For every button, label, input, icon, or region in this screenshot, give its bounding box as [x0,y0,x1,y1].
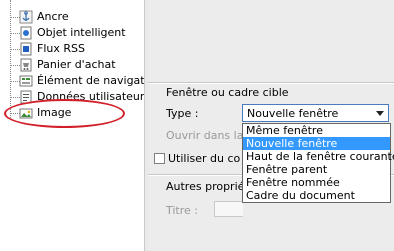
rss-feed-icon [19,42,33,56]
tree-item-label: Ancre [37,10,69,23]
type-label: Type : [166,107,199,120]
type-select-value: Nouvelle fenêtre [247,106,339,120]
tree-item-label: Élément de navigation [37,74,162,87]
title-label: Titre : [166,204,199,217]
use-checkbox[interactable] [154,153,165,164]
dropdown-option[interactable]: Cadre du document [243,189,390,202]
dropdown-option[interactable]: Fenêtre nommée [243,176,390,189]
target-group-title: Fenêtre ou cadre cible [166,86,289,99]
dropdown-option[interactable]: Haut de la fenêtre courante [243,150,394,163]
dropdown-option[interactable]: Même fenêtre [243,124,390,137]
use-checkbox-label: Utiliser du co [168,152,241,165]
anchor-icon [19,10,33,24]
element-tree: Ancre Objet intelligent Flux RSS Panier … [0,0,161,251]
title-field[interactable] [214,201,243,217]
type-dropdown-list: Même fenêtre Nouvelle fenêtre Haut de la… [242,123,394,203]
tree-item-label: Objet intelligent [37,26,126,39]
navigation-element-icon [19,74,33,88]
shopping-cart-icon [19,58,33,72]
type-select[interactable]: Nouvelle fenêtre [242,104,389,122]
tree-item-label: Panier d'achat [37,58,116,71]
smart-object-icon [19,26,33,40]
dropdown-option[interactable]: Nouvelle fenêtre [243,137,390,150]
dropdown-option[interactable]: Fenêtre parent [243,163,390,176]
highlight-ellipse [4,99,125,128]
tree-item-label: Flux RSS [37,42,85,55]
properties-panel: Fenêtre ou cadre cible Type : Ouvrir dan… [148,0,394,251]
group-separator [148,82,394,84]
chevron-down-icon[interactable] [376,111,384,116]
